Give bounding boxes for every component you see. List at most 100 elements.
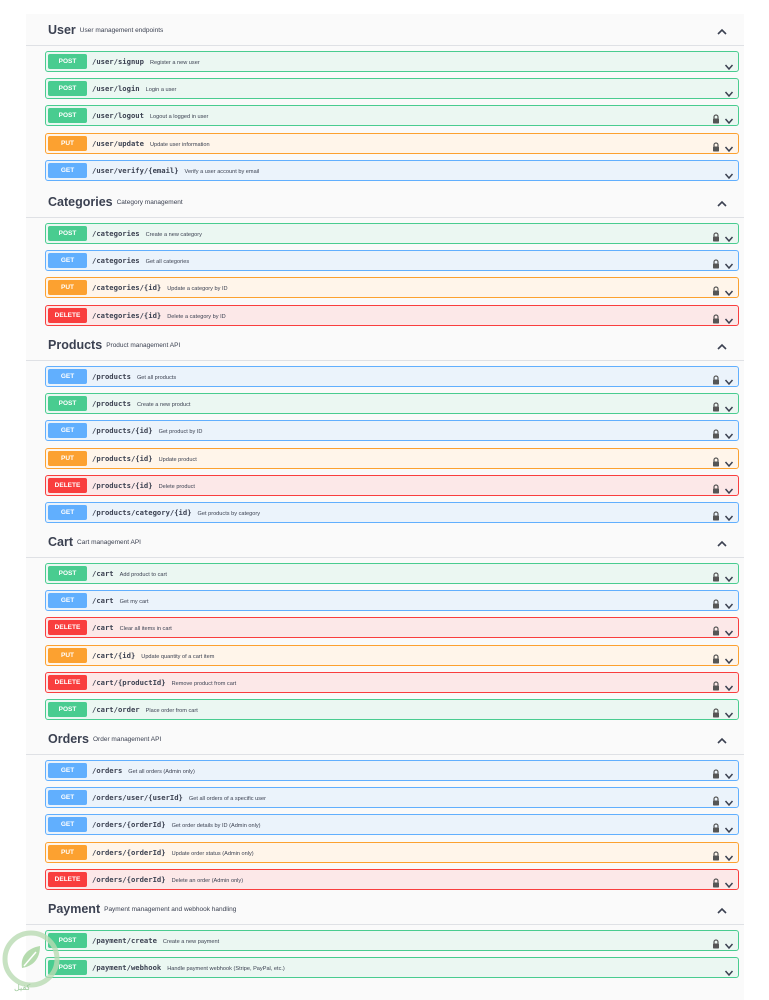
chevron-down-icon[interactable]: [724, 570, 734, 583]
lock-icon[interactable]: [712, 793, 720, 806]
endpoint-row[interactable]: GET/products/category/{id} Get products b…: [45, 502, 739, 523]
endpoint-row[interactable]: GET/cart Get my cart: [45, 590, 739, 612]
chevron-down-icon[interactable]: [724, 312, 734, 324]
chevron-down-icon[interactable]: [724, 876, 734, 888]
lock-icon[interactable]: [712, 229, 720, 242]
endpoint-row[interactable]: DELETE/orders/{orderId} Delete an order (…: [45, 868, 739, 890]
endpoint-row[interactable]: PUT/orders/{orderId} Update order status …: [45, 841, 739, 863]
chevron-down-icon[interactable]: [724, 624, 734, 637]
lock-icon[interactable]: [712, 111, 720, 124]
lock-icon[interactable]: [712, 651, 720, 664]
chevron-down-icon[interactable]: [724, 482, 734, 494]
endpoint-row[interactable]: POST/payment/webhook Handle payment webho…: [45, 957, 739, 979]
endpoint-row[interactable]: PUT/cart/{id} Update quantity of a cart i…: [45, 644, 739, 666]
api-docs-page: User User management endpoints POST/user/s…: [26, 14, 744, 1000]
lock-icon[interactable]: [712, 311, 720, 324]
lock-icon[interactable]: [712, 875, 720, 888]
lock-icon[interactable]: [712, 705, 720, 718]
lock-icon[interactable]: [712, 623, 720, 636]
chevron-up-icon[interactable]: [716, 733, 728, 744]
section-header[interactable]: Orders Order management API: [26, 723, 744, 755]
chevron-up-icon[interactable]: [716, 339, 728, 350]
chevron-down-icon[interactable]: [724, 849, 734, 861]
lock-icon[interactable]: [712, 426, 720, 439]
endpoint-path: /categories/{id} Delete a category by ID: [92, 311, 226, 320]
chevron-down-icon[interactable]: [724, 373, 734, 386]
chevron-up-icon[interactable]: [716, 536, 728, 547]
lock-icon[interactable]: [712, 508, 720, 521]
chevron-down-icon[interactable]: [724, 509, 734, 522]
endpoint-row[interactable]: PUT/categories/{id} Update a category by …: [45, 277, 739, 299]
endpoint-row[interactable]: GET/orders/user/{userId} Get all orders o…: [45, 787, 739, 809]
chevron-down-icon[interactable]: [724, 257, 734, 270]
lock-icon[interactable]: [712, 596, 720, 609]
endpoint-row[interactable]: GET/products/{id} Get product by ID: [45, 420, 739, 442]
endpoint-row[interactable]: DELETE/categories/{id} Delete a category …: [45, 304, 739, 326]
chevron-down-icon[interactable]: [724, 964, 734, 977]
endpoint-row[interactable]: POST/user/logout Logout a logged in user: [45, 105, 739, 127]
chevron-down-icon[interactable]: [724, 85, 734, 98]
endpoint-row[interactable]: GET/products Get all products: [45, 366, 739, 387]
chevron-up-icon[interactable]: [716, 196, 728, 207]
chevron-down-icon[interactable]: [724, 652, 734, 664]
endpoint-row[interactable]: POST/payment/create Create a new payment: [45, 930, 739, 951]
lock-icon[interactable]: [712, 678, 720, 691]
lock-icon[interactable]: [712, 283, 720, 296]
endpoint-row[interactable]: POST/cart Add product to cart: [45, 563, 739, 584]
section-header[interactable]: Products Product management API: [26, 329, 744, 361]
endpoint-row[interactable]: GET/user/verify/{email} Verify a user acc…: [45, 159, 739, 181]
chevron-down-icon[interactable]: [724, 679, 734, 691]
endpoint-row[interactable]: GET/categories Get all categories: [45, 250, 739, 272]
chevron-down-icon[interactable]: [724, 112, 734, 125]
section-header[interactable]: User User management endpoints: [26, 14, 744, 46]
watermark-logo: كفيل: [0, 928, 62, 1000]
section-header[interactable]: Cart Cart management API: [26, 526, 744, 558]
chevron-down-icon[interactable]: [724, 937, 734, 950]
endpoint-row[interactable]: PUT/user/update Update user information: [45, 132, 739, 154]
section-header[interactable]: Payment Payment management and webhook ha…: [26, 893, 744, 925]
chevron-down-icon[interactable]: [724, 597, 734, 610]
endpoint-row[interactable]: POST/products Create a new product: [45, 393, 739, 415]
chevron-down-icon[interactable]: [724, 400, 734, 413]
endpoint-row[interactable]: GET/orders/{orderId} Get order details by…: [45, 814, 739, 836]
endpoint-path: /products/{id} Get product by ID: [92, 426, 202, 435]
chevron-down-icon[interactable]: [724, 427, 734, 440]
lock-icon[interactable]: [712, 256, 720, 269]
endpoint-row[interactable]: DELETE/cart Clear all items in cart: [45, 617, 739, 639]
chevron-down-icon[interactable]: [724, 230, 734, 243]
chevron-up-icon[interactable]: [716, 24, 728, 35]
endpoint-row[interactable]: POST/categories Create a new category: [45, 223, 739, 244]
lock-icon[interactable]: [712, 139, 720, 152]
chevron-down-icon[interactable]: [724, 284, 734, 297]
chevron-down-icon[interactable]: [724, 140, 734, 152]
lock-icon[interactable]: [712, 454, 720, 467]
endpoint-path: /orders/{orderId} Delete an order (Admin …: [92, 875, 243, 884]
chevron-down-icon[interactable]: [724, 167, 734, 179]
chevron-down-icon[interactable]: [724, 821, 734, 834]
endpoint-row[interactable]: DELETE/cart/{productId} Remove product fr…: [45, 671, 739, 693]
lock-icon[interactable]: [712, 820, 720, 833]
endpoint-path: /user/update Update user information: [92, 139, 210, 148]
endpoint-row[interactable]: POST/cart/order Place order from cart: [45, 699, 739, 720]
chevron-down-icon[interactable]: [724, 455, 734, 467]
chevron-down-icon[interactable]: [724, 794, 734, 807]
endpoint-row[interactable]: GET/orders Get all orders (Admin only): [45, 760, 739, 781]
lock-icon[interactable]: [712, 936, 720, 949]
lock-icon[interactable]: [712, 399, 720, 412]
section-header[interactable]: Categories Category management: [26, 186, 744, 218]
chevron-up-icon[interactable]: [716, 903, 728, 914]
chevron-down-icon[interactable]: [724, 58, 734, 71]
endpoint-path: /products/{id} Update product: [92, 454, 197, 463]
endpoint-row[interactable]: POST/user/signup Register a new user: [45, 51, 739, 72]
endpoint-row[interactable]: POST/user/login Login a user: [45, 78, 739, 100]
lock-icon[interactable]: [712, 766, 720, 779]
chevron-down-icon[interactable]: [724, 767, 734, 780]
endpoint-row[interactable]: PUT/products/{id} Update product: [45, 447, 739, 469]
chevron-down-icon[interactable]: [724, 706, 734, 719]
lock-icon[interactable]: [712, 481, 720, 494]
endpoint-row[interactable]: DELETE/products/{id} Delete product: [45, 474, 739, 496]
lock-icon[interactable]: [712, 372, 720, 385]
lock-icon[interactable]: [712, 848, 720, 861]
endpoint-summary: Get product by ID: [158, 429, 203, 436]
lock-icon[interactable]: [712, 569, 720, 582]
